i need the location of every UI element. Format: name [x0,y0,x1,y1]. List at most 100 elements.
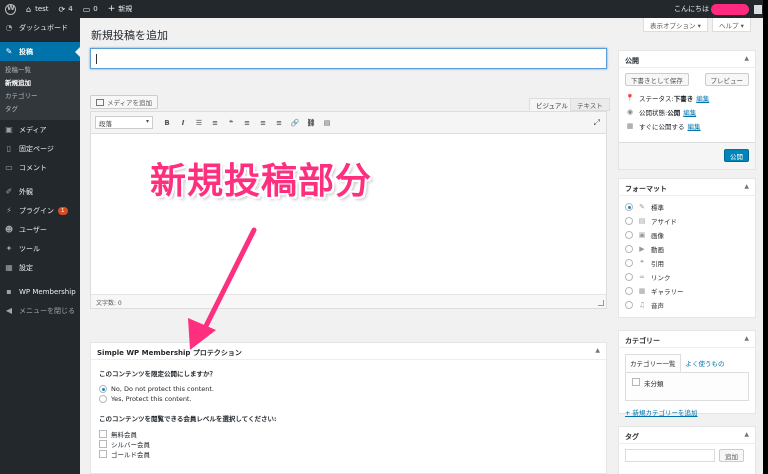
pin-icon: 📍 [625,94,635,102]
tab-all-categories[interactable]: カテゴリー一覧 [625,354,681,372]
post-title-input[interactable] [90,48,607,69]
format-option[interactable]: ▣ 画像 [619,228,755,242]
align-left-button[interactable]: ≡ [239,119,255,127]
level-gold[interactable]: ゴールド会員 [99,449,598,459]
updates-link[interactable]: ⟳ 4 [54,0,78,18]
submenu-all-posts[interactable]: 投稿一覧 [0,64,80,77]
blockquote-button[interactable]: ❝ [223,119,239,127]
format-option[interactable]: ▤ アサイド [619,214,755,228]
edit-status-link[interactable]: 編集 [696,93,709,103]
radio-button[interactable] [625,217,633,225]
radio-button[interactable] [625,259,633,267]
align-center-button[interactable]: ≡ [255,119,271,127]
resize-handle[interactable] [598,300,604,306]
tab-text[interactable]: テキスト [570,98,610,111]
menu-users[interactable]: ☻ ユーザー [0,220,80,239]
tags-box-header[interactable]: タグ ▲ [619,427,755,444]
protect-option-no[interactable]: No, Do not protect this content. [99,384,598,394]
checkbox[interactable] [99,450,107,458]
submenu-add-new[interactable]: 新規追加 [0,77,80,90]
tab-visual[interactable]: ビジュアル [529,98,575,111]
menu-plugins[interactable]: ⚡ プラグイン 1 [0,201,80,220]
level-silver[interactable]: シルバー会員 [99,439,598,449]
radio-button[interactable] [625,287,633,295]
save-draft-button[interactable]: 下書きとして保存 [625,73,689,86]
unlink-button[interactable]: ⛓ [303,119,319,127]
italic-button[interactable]: I [175,119,191,127]
menu-settings[interactable]: ▦ 設定 [0,258,80,277]
add-media-button[interactable]: メディアを追加 [90,95,159,109]
edit-visibility-link[interactable]: 編集 [683,107,696,117]
submenu-categories[interactable]: カテゴリー [0,90,80,103]
toggle-arrow-icon[interactable]: ▲ [595,347,600,354]
protect-option-yes[interactable]: Yes, Protect this content. [99,394,598,404]
screen-options-button[interactable]: 表示オプション ▾ [643,18,708,32]
tab-most-used[interactable]: よく使うもの [681,354,730,372]
menu-appearance[interactable]: ✐ 外観 [0,182,80,201]
image-icon: ▣ [638,231,646,239]
format-option[interactable]: ▦ ギャラリー [619,284,755,298]
format-option[interactable]: ♫ 音声 [619,298,755,312]
edit-schedule-link[interactable]: 編集 [688,121,701,131]
site-name-link[interactable]: ⌂ test [21,0,54,18]
toggle-arrow-icon[interactable]: ▲ [744,431,749,438]
radio-button[interactable] [625,231,633,239]
categories-box-title: カテゴリー [625,337,660,345]
menu-posts[interactable]: ✎ 投稿 [0,42,80,61]
menu-label: プラグイン [19,206,54,215]
menu-dashboard[interactable]: ◔ ダッシュボード [0,18,80,37]
post-editor[interactable]: 段落 B I ☰ ≡ ❝ ≡ ≡ ≡ 🔗 ⛓ ▤ ⤢ 文字数: 0 [90,111,607,309]
swpm-box-header[interactable]: Simple WP Membership プロテクション ▲ [91,343,606,360]
preview-button[interactable]: プレビュー [704,73,749,86]
add-new-category-link[interactable]: + 新規カテゴリーを追加 [625,407,749,417]
my-account-menu[interactable]: こんにちは [674,0,762,18]
wp-logo-menu[interactable] [0,0,21,18]
word-count: 文字数: 0 [91,294,606,308]
level-label: ゴールド会員 [111,451,150,459]
toolbar-toggle-button[interactable]: ▤ [319,119,335,127]
category-label: 未分類 [644,380,664,388]
checkbox[interactable] [99,440,107,448]
radio-button[interactable] [625,273,633,281]
menu-media[interactable]: ▣ メディア [0,120,80,139]
categories-box-header[interactable]: カテゴリー ▲ [619,331,755,348]
new-content-link[interactable]: + 新規 [103,0,138,18]
comments-link[interactable]: ▭ 0 [78,0,103,18]
radio-button[interactable] [625,203,633,211]
format-option[interactable]: ❝ 引用 [619,256,755,270]
menu-wp-membership[interactable]: ▪ WP Membership [0,282,80,301]
format-box-header[interactable]: フォーマット ▲ [619,179,755,196]
visibility-label: 公開状態: [639,109,668,117]
submenu-tags[interactable]: タグ [0,103,80,116]
numbered-list-button[interactable]: ≡ [207,119,223,127]
toggle-arrow-icon[interactable]: ▲ [744,183,749,190]
publish-box-header[interactable]: 公開 ▲ [619,51,755,68]
bold-button[interactable]: B [159,119,175,127]
option-label: Yes, Protect this content. [111,395,192,403]
radio-button[interactable] [99,395,107,403]
publish-button[interactable]: 公開 [724,149,749,162]
format-option[interactable]: ▶ 動画 [619,242,755,256]
toggle-arrow-icon[interactable]: ▲ [744,335,749,342]
toggle-arrow-icon[interactable]: ▲ [744,55,749,62]
format-select[interactable]: 段落 [95,116,153,129]
checkbox[interactable] [99,430,107,438]
menu-comments[interactable]: ▭ コメント [0,158,80,177]
menu-tools[interactable]: ✦ ツール [0,239,80,258]
help-button[interactable]: ヘルプ ▾ [712,18,751,32]
format-option[interactable]: ✎ 標準 [619,200,755,214]
add-tag-button[interactable]: 追加 [719,449,744,462]
checkbox[interactable] [632,378,640,386]
fullscreen-icon[interactable]: ⤢ [594,118,600,128]
align-right-button[interactable]: ≡ [271,119,287,127]
radio-button[interactable] [625,301,633,309]
format-option[interactable]: ∞ リンク [619,270,755,284]
link-button[interactable]: 🔗 [287,119,303,127]
menu-collapse[interactable]: ◀ メニューを閉じる [0,301,80,320]
bullet-list-button[interactable]: ☰ [191,119,207,127]
level-free[interactable]: 無料会員 [99,429,598,439]
tag-input[interactable] [625,449,715,462]
menu-pages[interactable]: ▯ 固定ページ [0,139,80,158]
radio-button[interactable] [625,245,633,253]
radio-button[interactable] [99,385,107,393]
